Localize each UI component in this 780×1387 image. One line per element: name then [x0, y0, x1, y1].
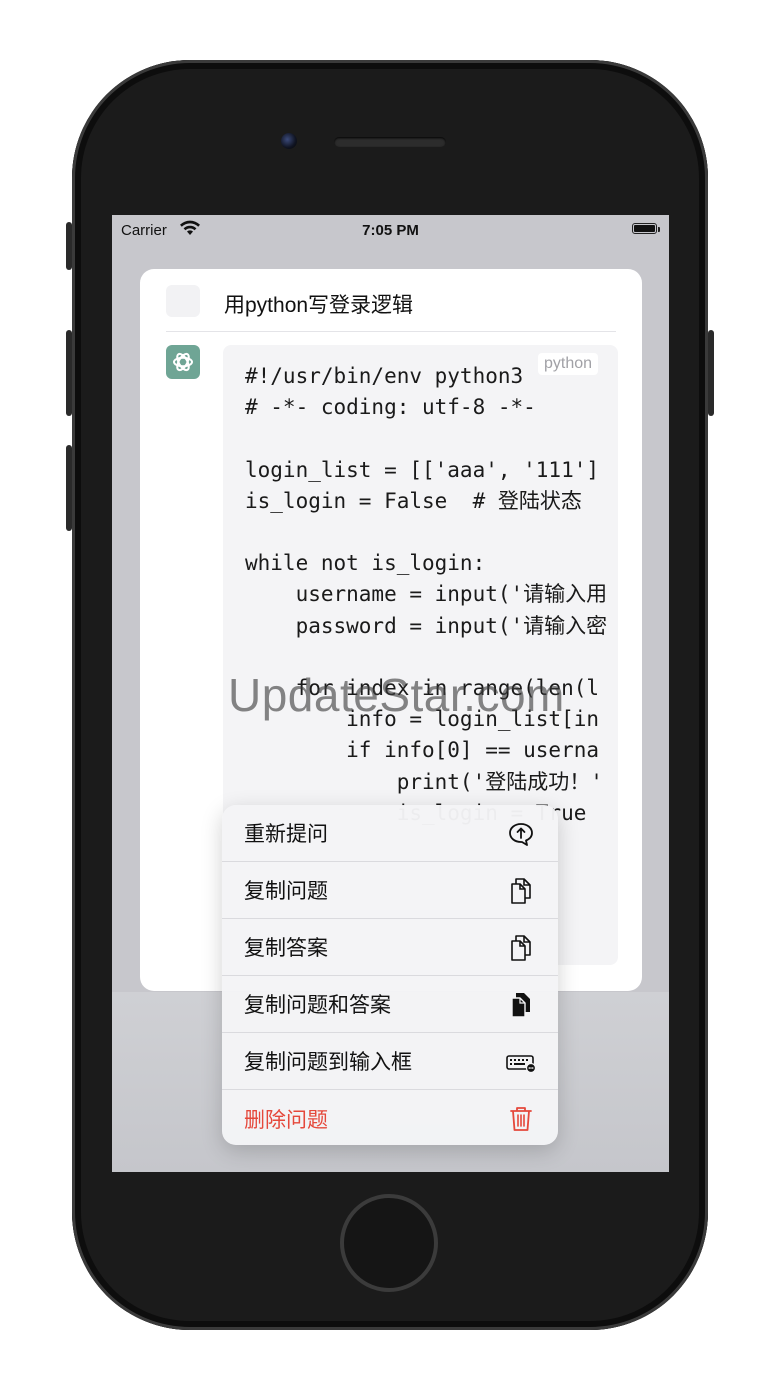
menu-item-delete-question[interactable]: 删除问题: [222, 1090, 558, 1145]
copy-icon: [511, 878, 531, 904]
battery-nub: [658, 227, 660, 232]
question-row[interactable]: 用python写登录逻辑: [140, 269, 642, 331]
volume-up-button: [66, 330, 72, 416]
copy-filled-icon: [511, 993, 530, 1018]
menu-item-label: 删除问题: [244, 1108, 328, 1132]
home-button[interactable]: [340, 1194, 438, 1292]
divider: [166, 331, 616, 332]
menu-item-label: 重新提问: [244, 823, 328, 846]
code-text: #!/usr/bin/env python3 # -*- coding: utf…: [245, 364, 608, 825]
battery-icon: [632, 223, 657, 234]
menu-item-copy-question-and-answer[interactable]: 复制问题和答案: [222, 976, 558, 1033]
trash-icon: [510, 1107, 532, 1131]
mute-switch: [66, 222, 72, 270]
menu-item-ask-again[interactable]: 重新提问: [222, 805, 558, 862]
front-camera: [281, 133, 297, 149]
status-bar: Carrier 7:05 PM: [112, 215, 669, 245]
volume-down-button: [66, 445, 72, 531]
power-button: [708, 330, 714, 416]
menu-item-label: 复制答案: [244, 937, 328, 960]
chatgpt-logo-icon: [166, 345, 200, 379]
menu-item-label: 复制问题和答案: [244, 994, 391, 1017]
user-avatar: [166, 285, 200, 317]
clock: 7:05 PM: [362, 222, 419, 239]
menu-item-copy-question-to-input[interactable]: 复制问题到输入框: [222, 1033, 558, 1090]
watermark: UpdateStar.com: [228, 669, 565, 721]
menu-item-label: 复制问题: [244, 880, 328, 903]
earpiece-speaker: [334, 137, 446, 147]
menu-item-label: 复制问题到输入框: [244, 1051, 412, 1074]
menu-item-copy-answer[interactable]: 复制答案: [222, 919, 558, 976]
keyboard-icon: [506, 1055, 536, 1074]
code-language-badge: python: [538, 353, 599, 375]
context-menu: 重新提问 复制问题 复制答案 复制问题和答案 复制问题到输入框 删除问题: [222, 805, 558, 1145]
copy-icon: [511, 935, 531, 961]
menu-item-copy-question[interactable]: 复制问题: [222, 862, 558, 919]
question-text: 用python写登录逻辑: [224, 294, 414, 317]
ask-again-icon: [509, 823, 533, 846]
